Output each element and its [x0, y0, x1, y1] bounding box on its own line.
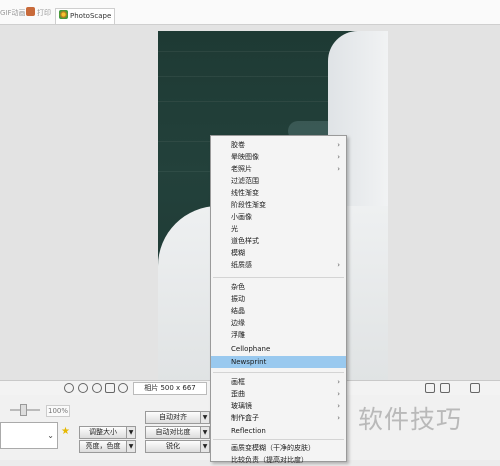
auto-level-button[interactable]: 自动对齐 [145, 411, 201, 424]
menu-item-reflection[interactable]: Reflection [211, 425, 346, 437]
zoom-icon[interactable] [440, 383, 450, 393]
menu-item-frame[interactable]: 画框 › [211, 376, 346, 388]
zoom-percent-field[interactable]: 100% [46, 405, 70, 417]
compare-icon[interactable] [105, 383, 115, 393]
menu-item-soft-skin[interactable]: 画质变模糊（干净的皮肤） [211, 442, 346, 454]
zoom-slider-handle[interactable] [20, 404, 27, 416]
menu-item-glass-mirror[interactable]: 玻璃镜 › [211, 400, 346, 412]
submenu-arrow-icon: › [337, 153, 340, 161]
sharpen-button[interactable]: 锐化 [145, 440, 201, 453]
photoscape-icon [59, 10, 68, 19]
filter-context-menu: 胶卷 › 晕映图像 › 老照片 › 过滤范围 线性渐变 阶段性渐变 小画像 光 道色样… [210, 135, 347, 464]
resize-button[interactable]: 调整大小 [79, 426, 127, 439]
menu-item-miniature[interactable]: 小画像 [211, 211, 346, 223]
menu-item-film[interactable]: 胶卷 › [211, 139, 346, 151]
menu-item-noise[interactable]: 杂色 [211, 281, 346, 293]
tab-photoscape[interactable]: PhotoScape [55, 8, 116, 24]
menu-item-linear-gradient[interactable]: 线性渐变 [211, 187, 346, 199]
fit-icon[interactable] [425, 383, 435, 393]
menu-separator [213, 277, 344, 278]
menu-item-crystallize[interactable]: 结晶 [211, 305, 346, 317]
menu-item-cellophane[interactable]: Cellophane [211, 343, 346, 355]
menu-item-blur[interactable]: 模糊 [211, 247, 346, 259]
menu-separator [213, 439, 344, 440]
menu-item-vignette[interactable]: 晕映图像 › [211, 151, 346, 163]
submenu-arrow-icon: › [337, 414, 340, 422]
sharpen-dropdown-arrow[interactable]: ▼ [200, 440, 210, 453]
submenu-arrow-icon: › [337, 261, 340, 269]
preset-select[interactable]: ⌄ [0, 422, 58, 449]
flip-icon[interactable] [92, 383, 102, 393]
auto-contrast-dropdown-arrow[interactable]: ▼ [200, 426, 210, 439]
menu-item-make-box[interactable]: 制作盒子 › [211, 412, 346, 424]
chevron-down-icon: ⌄ [47, 431, 54, 440]
menu-separator [213, 372, 344, 373]
menu-item-old-photo[interactable]: 老照片 › [211, 163, 346, 175]
submenu-arrow-icon: › [337, 402, 340, 410]
menu-item-vibration[interactable]: 振动 [211, 293, 346, 305]
brightness-color-button[interactable]: 亮度，色度 [79, 440, 127, 453]
menu-item-contrast-enhance[interactable]: 比较负责（提高对比度） [211, 454, 346, 466]
submenu-arrow-icon: › [337, 390, 340, 398]
menu-item-filter-range[interactable]: 过滤范围 [211, 175, 346, 187]
submenu-arrow-icon: › [337, 141, 340, 149]
submenu-arrow-icon: › [337, 378, 340, 386]
menu-item-edges[interactable]: 边缘 [211, 317, 346, 329]
menu-item-paper-texture[interactable]: 纸质感 › [211, 259, 346, 271]
tab-bar: GIF动画 打印 PhotoScape [0, 0, 500, 25]
watermark-text: 软件技巧 [358, 405, 463, 434]
rotate-right-icon[interactable] [78, 383, 88, 393]
menu-item-emboss[interactable]: 浮雕 [211, 329, 346, 341]
star-icon[interactable]: ★ [61, 426, 70, 437]
menu-item-newsprint[interactable]: Newsprint [211, 356, 346, 368]
fullscreen-icon[interactable] [470, 383, 480, 393]
menu-item-step-gradient[interactable]: 阶段性渐变 [211, 199, 346, 211]
menu-item-distort[interactable]: 歪曲 › [211, 388, 346, 400]
info-icon[interactable] [118, 383, 128, 393]
tab-print[interactable]: 打印 [26, 7, 51, 19]
auto-level-dropdown-arrow[interactable]: ▼ [200, 411, 210, 424]
brightness-dropdown-arrow[interactable]: ▼ [126, 440, 136, 453]
menu-item-color-style[interactable]: 道色样式 [211, 235, 346, 247]
photo-size-label: 相片 500 x 667 [133, 382, 207, 395]
rotate-left-icon[interactable] [64, 383, 74, 393]
submenu-arrow-icon: › [337, 165, 340, 173]
resize-dropdown-arrow[interactable]: ▼ [126, 426, 136, 439]
tab-gif[interactable]: GIF动画 [0, 7, 26, 19]
print-icon [26, 7, 35, 16]
auto-contrast-button[interactable]: 自动对比度 [145, 426, 201, 439]
menu-item-light[interactable]: 光 [211, 223, 346, 235]
